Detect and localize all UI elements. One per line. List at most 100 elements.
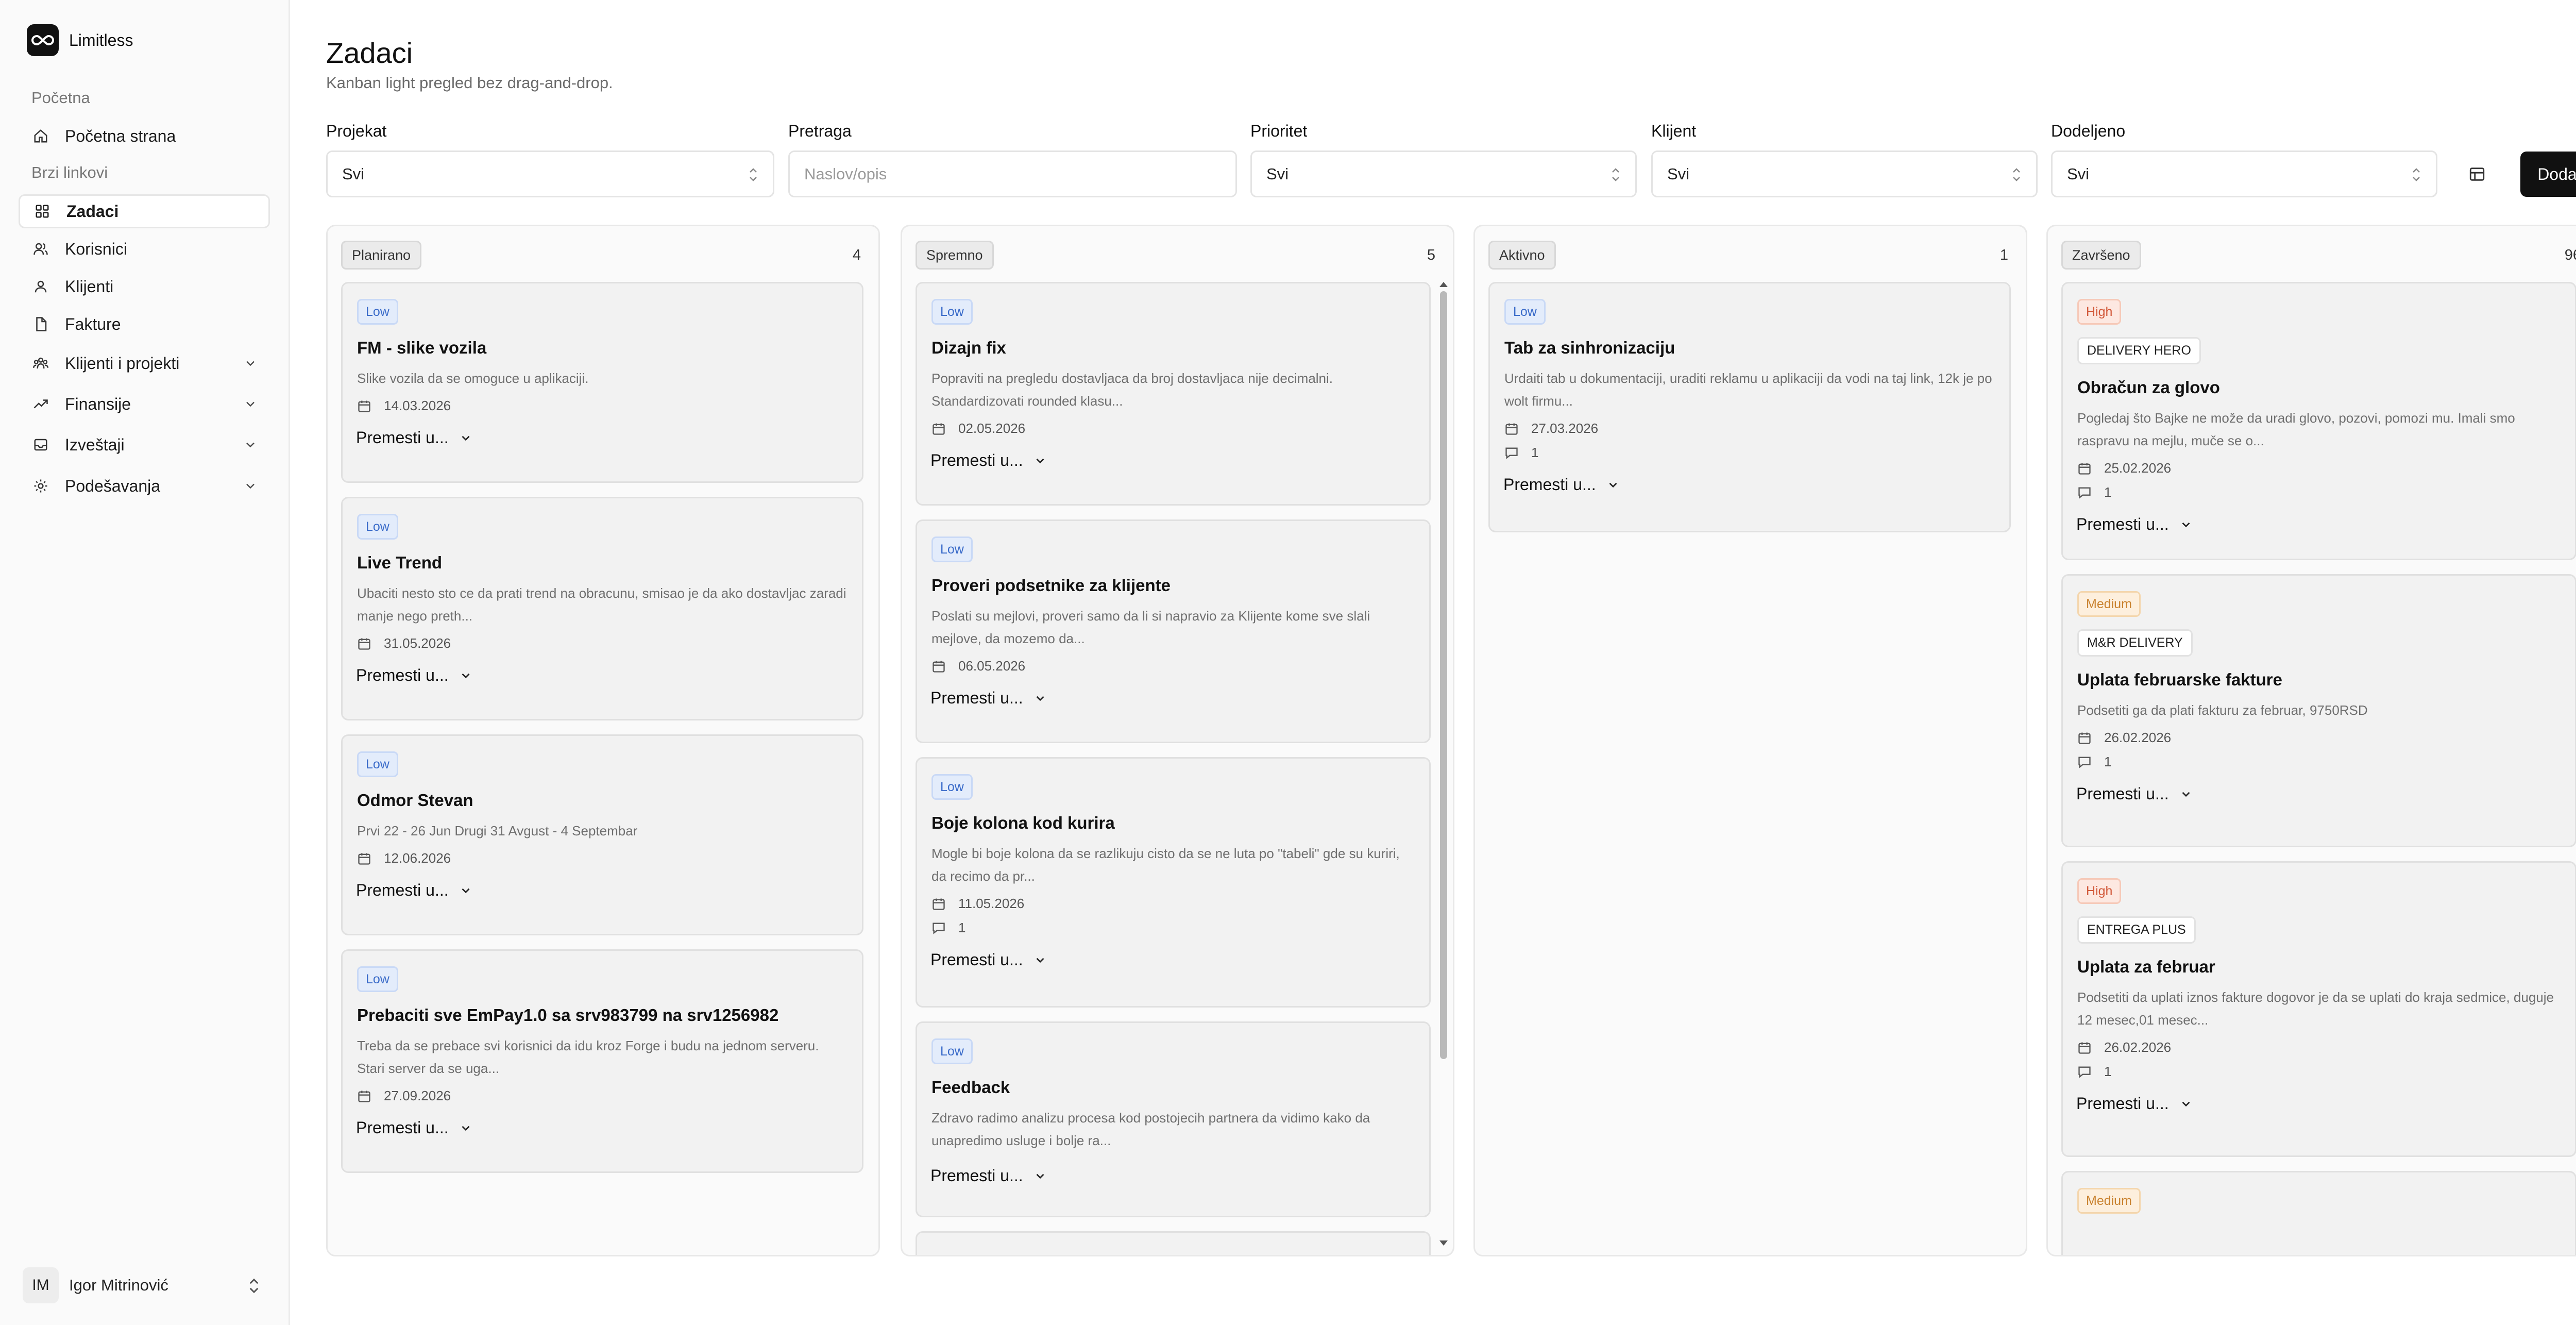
move-to-dropdown[interactable]: Premesti u...: [2076, 510, 2193, 539]
comment-icon: [2078, 487, 2091, 499]
grid-icon: [33, 203, 51, 220]
calendar-icon: [933, 423, 945, 435]
priority-select-value: Svi: [1266, 164, 1289, 183]
task-due-date: 26.02.2026: [2077, 1039, 2561, 1055]
comment-icon: [2078, 757, 2091, 768]
sidebar-item-tasks[interactable]: Zadaci: [19, 194, 270, 228]
task-card[interactable]: Low Feedback Zdravo radimo analizu proce…: [916, 1021, 1431, 1217]
brand[interactable]: Limitless: [27, 24, 133, 56]
assigned-select[interactable]: Svi: [2051, 150, 2437, 197]
priority-select[interactable]: Svi: [1250, 150, 1637, 197]
add-task-button[interactable]: Dodaj: [2520, 152, 2576, 197]
task-due-date: 14.03.2026: [357, 398, 848, 414]
move-to-dropdown[interactable]: Premesti u...: [2076, 1089, 2193, 1118]
move-to-dropdown[interactable]: Premesti u...: [356, 423, 472, 452]
task-title: Boje kolona kod kurira: [931, 813, 1115, 832]
task-description: Popraviti na pregledu dostavljaca da bro…: [931, 371, 1333, 409]
search-input[interactable]: Naslov/opis: [788, 150, 1237, 197]
infinity-logo-icon: [27, 24, 59, 56]
move-to-label: Premesti u...: [2076, 1094, 2169, 1113]
task-due-date: 12.06.2026: [357, 850, 848, 866]
comment-icon: [2078, 1066, 2091, 1078]
sidebar-item-home[interactable]: Početna strana: [19, 119, 270, 153]
sidebar-item-clients-projects[interactable]: Klijenti i projekti: [19, 346, 270, 380]
task-title: Tab za sinhronizaciju: [1504, 338, 1675, 357]
scroll-down-arrow[interactable]: [1439, 1240, 1448, 1246]
comment-count: 1: [1531, 445, 1539, 460]
move-to-dropdown[interactable]: Premesti u...: [356, 876, 472, 905]
priority-badge: Medium: [2077, 591, 2141, 617]
sidebar-item-reports[interactable]: Izveštaji: [19, 428, 270, 462]
assigned-select-value: Svi: [2067, 164, 2090, 183]
user-icon: [32, 278, 49, 295]
move-to-dropdown[interactable]: Premesti u...: [2076, 779, 2193, 809]
user-menu[interactable]: IM Igor Mitrinović: [19, 1265, 270, 1306]
sidebar-item-label: Finansije: [65, 394, 131, 413]
priority-badge: Low: [357, 966, 398, 992]
sidebar-item-finance[interactable]: Finansije: [19, 387, 270, 421]
task-card[interactable]: Low Odmor Stevan Prvi 22 - 26 Jun Drugi …: [341, 734, 863, 935]
due-date-text: 31.05.2026: [384, 635, 451, 651]
move-to-label: Premesti u...: [2076, 515, 2169, 533]
table-view-button[interactable]: [2463, 160, 2492, 189]
client-filter-label: Klijent: [1651, 122, 1697, 140]
task-due-date: 27.03.2026: [1504, 421, 1995, 437]
move-to-dropdown[interactable]: Premesti u...: [930, 683, 1047, 713]
sidebar-item-clients[interactable]: Klijenti: [19, 270, 270, 304]
task-card-partial[interactable]: Medium: [2061, 1171, 2576, 1255]
chevron-down-icon: [1036, 958, 1044, 963]
move-to-dropdown[interactable]: Premesti u...: [356, 661, 472, 690]
client-select[interactable]: Svi: [1651, 150, 2038, 197]
sidebar: Limitless Početna Početna strana Brzi li…: [0, 0, 290, 1325]
due-date-text: 26.02.2026: [2104, 730, 2172, 745]
task-description: Podsetiti da uplati iznos fakture dogovo…: [2077, 989, 2554, 1028]
move-to-label: Premesti u...: [930, 451, 1023, 469]
users-icon: [32, 240, 49, 258]
comment-icon: [1505, 447, 1518, 459]
task-title: Uplata februarske fakture: [2077, 670, 2282, 689]
move-to-dropdown[interactable]: Premesti u...: [1503, 470, 1620, 499]
move-to-dropdown[interactable]: Premesti u...: [356, 1113, 472, 1143]
move-to-dropdown[interactable]: Premesti u...: [930, 1161, 1047, 1190]
sidebar-item-users[interactable]: Korisnici: [19, 232, 270, 266]
due-date-text: 25.02.2026: [2104, 460, 2172, 476]
project-filter-label: Projekat: [326, 122, 387, 140]
nav-group-quick-links: Brzi linkovi: [31, 163, 108, 181]
app-name: Limitless: [69, 30, 133, 49]
chevron-down-icon: [1036, 696, 1044, 701]
task-card[interactable]: Low Live Trend Ubaciti nesto sto ce da p…: [341, 497, 863, 720]
scrollbar-thumb[interactable]: [1440, 291, 1447, 1059]
calendar-icon: [2078, 463, 2091, 475]
task-card[interactable]: Low Tab za sinhronizaciju Urdaiti tab u …: [1488, 282, 2011, 532]
task-description: Zdravo radimo analizu procesa kod postoj…: [931, 1110, 1370, 1148]
sidebar-item-label: Korisnici: [65, 239, 127, 258]
task-due-date: 06.05.2026: [931, 658, 1415, 674]
task-card[interactable]: Low Proveri podsetnike za klijente Posla…: [916, 519, 1431, 743]
task-due-date: 31.05.2026: [357, 635, 848, 651]
comment-count: 1: [958, 920, 966, 935]
due-date-text: 11.05.2026: [958, 896, 1025, 911]
priority-badge: Medium: [2077, 1188, 2141, 1214]
task-card[interactable]: Low Boje kolona kod kurira Mogle bi boje…: [916, 757, 1431, 1008]
chevron-down-icon: [462, 888, 470, 893]
task-card[interactable]: High DELIVERY HERO Obračun za glovo Pogl…: [2061, 282, 2576, 560]
move-to-dropdown[interactable]: Premesti u...: [930, 945, 1047, 975]
move-to-dropdown[interactable]: Premesti u...: [930, 446, 1047, 475]
task-card[interactable]: High ENTREGA PLUS Uplata za februar Pods…: [2061, 861, 2576, 1157]
chevron-down-icon: [1036, 1173, 1044, 1179]
task-card[interactable]: Low Prebaciti sve EmPay1.0 sa srv983799 …: [341, 949, 863, 1173]
task-card-partial[interactable]: [916, 1231, 1431, 1255]
comment-count: 1: [2104, 484, 2112, 500]
scroll-up-arrow[interactable]: [1439, 282, 1448, 287]
due-date-text: 27.03.2026: [1531, 421, 1599, 436]
sidebar-item-invoices[interactable]: Fakture: [19, 307, 270, 341]
due-date-text: 02.05.2026: [958, 421, 1026, 436]
sidebar-item-settings[interactable]: Podešavanja: [19, 469, 270, 503]
task-card[interactable]: Medium M&R DELIVERY Uplata februarske fa…: [2061, 574, 2576, 847]
column-scrollbar[interactable]: [1438, 282, 1449, 1246]
project-select[interactable]: Svi: [326, 150, 774, 197]
task-card[interactable]: Low Dizajn fix Popraviti na pregledu dos…: [916, 282, 1431, 506]
task-description: Prvi 22 - 26 Jun Drugi 31 Avgust - 4 Sep…: [357, 823, 638, 838]
home-icon: [32, 127, 49, 145]
task-card[interactable]: Low FM - slike vozila Slike vozila da se…: [341, 282, 863, 483]
